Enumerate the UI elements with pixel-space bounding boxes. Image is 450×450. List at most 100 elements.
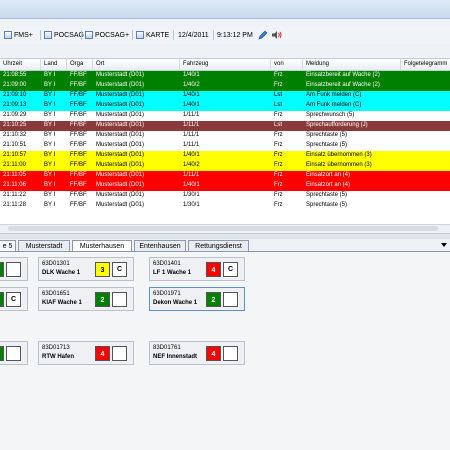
table-cell: Frz bbox=[274, 192, 283, 198]
table-row[interactable]: 21:09:10 BY I FF/BF Musterstadt (D01) 1/40/1… bbox=[0, 91, 450, 101]
unit-card-partial[interactable]: C bbox=[0, 287, 28, 311]
table-cell: Einsatzort an (4) bbox=[306, 172, 351, 178]
unit-secondary-box bbox=[112, 292, 127, 307]
table-cell: Musterstadt (D01) bbox=[96, 112, 145, 118]
table-row[interactable]: 21:10:51 BY I FF/BF Musterstadt (D01) 1/11/1… bbox=[0, 141, 450, 151]
table-row[interactable]: 21:11:05 BY I FF/BF Musterstadt (D01) 1/11/1… bbox=[0, 171, 450, 181]
unit-card-nef[interactable]: 83D01761 NEF Innenstadt 4 bbox=[149, 341, 245, 365]
toolbar: FMS+ POCSAG POCSAG+ KARTE 12/4/2011 9:13… bbox=[0, 26, 450, 44]
table-cell: Musterstadt (D01) bbox=[96, 162, 145, 168]
column-header-land[interactable]: Land bbox=[44, 61, 57, 67]
tab-musterhausen[interactable]: Musterhausen bbox=[72, 240, 132, 251]
table-cell: Musterstadt (D01) bbox=[96, 122, 145, 128]
table-cell: FF/BF bbox=[70, 202, 87, 208]
unit-card-dekon[interactable]: 63D01971 Dekon Wache 1 2 bbox=[149, 287, 245, 311]
column-header-ort[interactable]: Ort bbox=[96, 61, 104, 67]
unit-secondary-box bbox=[223, 292, 238, 307]
table-row[interactable]: 21:08:55 BY I FF/BF Musterstadt (D01) 1/40/1… bbox=[0, 71, 450, 81]
map-label: KARTE bbox=[146, 31, 170, 39]
table-cell: Einsatzbereit auf Wache (2) bbox=[306, 82, 380, 88]
unit-name: NEF Innenstadt bbox=[153, 354, 198, 360]
table-cell: FF/BF bbox=[70, 192, 87, 198]
pocsag-plus-label: POCSAG+ bbox=[95, 31, 130, 39]
column-header-fahrzeug[interactable]: Fahrzeug bbox=[183, 61, 208, 67]
table-cell: Sprechtaste (5) bbox=[306, 192, 348, 198]
column-header-folgetelegramm[interactable]: Folgetelegramm bbox=[404, 61, 447, 67]
table-cell: Frz bbox=[274, 182, 283, 188]
panel-splitter[interactable] bbox=[0, 233, 450, 239]
table-row[interactable]: 21:11:22 BY I FF/BF Musterstadt (D01) 1/30/1… bbox=[0, 191, 450, 201]
table-row[interactable]: 21:11:28 BY I FF/BF Musterstadt (D01) 1/30/1… bbox=[0, 201, 450, 211]
column-divider bbox=[400, 59, 401, 70]
unit-card-partial[interactable] bbox=[0, 341, 28, 365]
table-row[interactable]: 21:10:32 BY I FF/BF Musterstadt (D01) 1/11/1… bbox=[0, 131, 450, 141]
table-row[interactable]: 21:11:06 BY I FF/BF Musterstadt (D01) 1/40/1… bbox=[0, 181, 450, 191]
table-cell: Einsatzbereit auf Wache (2) bbox=[306, 72, 380, 78]
table-cell: Am Funk melden (C) bbox=[306, 92, 362, 98]
table-cell: FF/BF bbox=[70, 132, 87, 138]
tab-musterstadt[interactable]: Musterstadt bbox=[18, 240, 70, 251]
table-cell: 21:10:51 bbox=[3, 142, 27, 148]
unit-card-rtw[interactable]: 83D01713 RTW Hafen 4 bbox=[38, 341, 134, 365]
table-cell: BY I bbox=[44, 112, 56, 118]
table-row[interactable]: 21:09:13 BY I FF/BF Musterstadt (D01) 1/40/1… bbox=[0, 101, 450, 111]
table-cell: Frz bbox=[274, 142, 283, 148]
table-cell: 21:10:57 bbox=[3, 152, 27, 158]
column-header-orga[interactable]: Orga bbox=[70, 61, 83, 67]
table-cell: Sprechtaste (5) bbox=[306, 132, 348, 138]
table-cell: Musterstadt (D01) bbox=[96, 192, 145, 198]
telegram-grid: Uhrzeit Land Orga Ort Fahrzeug von Meldu… bbox=[0, 58, 450, 225]
unit-code: 63D01971 bbox=[153, 291, 181, 297]
table-row[interactable]: 21:09:29 BY I FF/BF Musterstadt (D01) 1/11/1… bbox=[0, 111, 450, 121]
tab-partial[interactable]: e 5 bbox=[0, 240, 16, 251]
table-cell: Musterstadt (D01) bbox=[96, 172, 145, 178]
date-display: 12/4/2011 bbox=[178, 31, 209, 39]
pen-button[interactable] bbox=[258, 29, 268, 41]
table-cell: BY I bbox=[44, 172, 56, 178]
pocsag-button[interactable]: POCSAG bbox=[44, 29, 84, 41]
toolbar-separator bbox=[173, 30, 174, 40]
grid-header: Uhrzeit Land Orga Ort Fahrzeug von Meldu… bbox=[0, 59, 450, 71]
table-cell: 1/40/1 bbox=[183, 182, 200, 188]
toolbar-separator bbox=[40, 30, 41, 40]
table-cell: 21:11:22 bbox=[3, 192, 26, 198]
status-box: 2 bbox=[95, 292, 110, 307]
table-cell: 1/40/1 bbox=[183, 152, 200, 158]
table-cell: FF/BF bbox=[70, 92, 87, 98]
table-cell: Sprechaufforderung (J) bbox=[306, 122, 368, 128]
status-box: 4 bbox=[95, 346, 110, 361]
table-cell: Frz bbox=[274, 72, 283, 78]
map-button[interactable]: KARTE bbox=[136, 29, 169, 41]
table-cell: 1/11/1 bbox=[183, 112, 200, 118]
toolbar-separator bbox=[132, 30, 133, 40]
tab-overflow-arrow-icon[interactable] bbox=[441, 243, 447, 247]
pocsag-plus-button[interactable]: POCSAG+ bbox=[85, 29, 129, 41]
table-row[interactable]: 21:11:00 BY I FF/BF Musterstadt (D01) 1/40/2… bbox=[0, 161, 450, 171]
table-cell: Sprechtaste (5) bbox=[306, 142, 348, 148]
column-header-meldung[interactable]: Meldung bbox=[306, 61, 329, 67]
fms-button[interactable]: FMS+ bbox=[4, 29, 33, 41]
table-cell: BY I bbox=[44, 72, 56, 78]
speaker-button[interactable] bbox=[271, 29, 283, 41]
unit-card-lf1[interactable]: 63D01401 LF 1 Wache 1 4 C bbox=[149, 257, 245, 281]
horizontal-scrollbar[interactable] bbox=[0, 224, 450, 233]
column-header-von[interactable]: von bbox=[274, 61, 284, 67]
tab-rettungsdienst[interactable]: Rettungsdienst bbox=[188, 240, 249, 251]
table-row[interactable]: 21:09:00 BY I FF/BF Musterstadt (D01) 1/40/2… bbox=[0, 81, 450, 91]
scrollbar-thumb[interactable] bbox=[8, 226, 438, 231]
table-cell: Lst bbox=[274, 92, 283, 98]
unit-card-dlk[interactable]: 63D01301 DLK Wache 1 3 C bbox=[38, 257, 134, 281]
table-cell: Musterstadt (D01) bbox=[96, 202, 145, 208]
unit-card-partial[interactable] bbox=[0, 257, 28, 281]
table-cell: BY I bbox=[44, 92, 56, 98]
table-cell: FF/BF bbox=[70, 172, 87, 178]
tab-entenhausen[interactable]: Entenhausen bbox=[134, 240, 186, 251]
unit-card-klaf[interactable]: 63D01651 KlAF Wache 1 2 bbox=[38, 287, 134, 311]
table-cell: 21:11:28 bbox=[3, 202, 26, 208]
table-row[interactable]: 21:10:25 BY I FF/BF Musterstadt (D01) 1/11/1… bbox=[0, 121, 450, 131]
table-row[interactable]: 21:10:57 BY I FF/BF Musterstadt (D01) 1/40/1… bbox=[0, 151, 450, 161]
time-display: 9:13:12 PM bbox=[217, 31, 253, 39]
column-header-uhrzeit[interactable]: Uhrzeit bbox=[3, 61, 22, 67]
table-cell: FF/BF bbox=[70, 142, 87, 148]
speaker-icon bbox=[272, 31, 282, 39]
